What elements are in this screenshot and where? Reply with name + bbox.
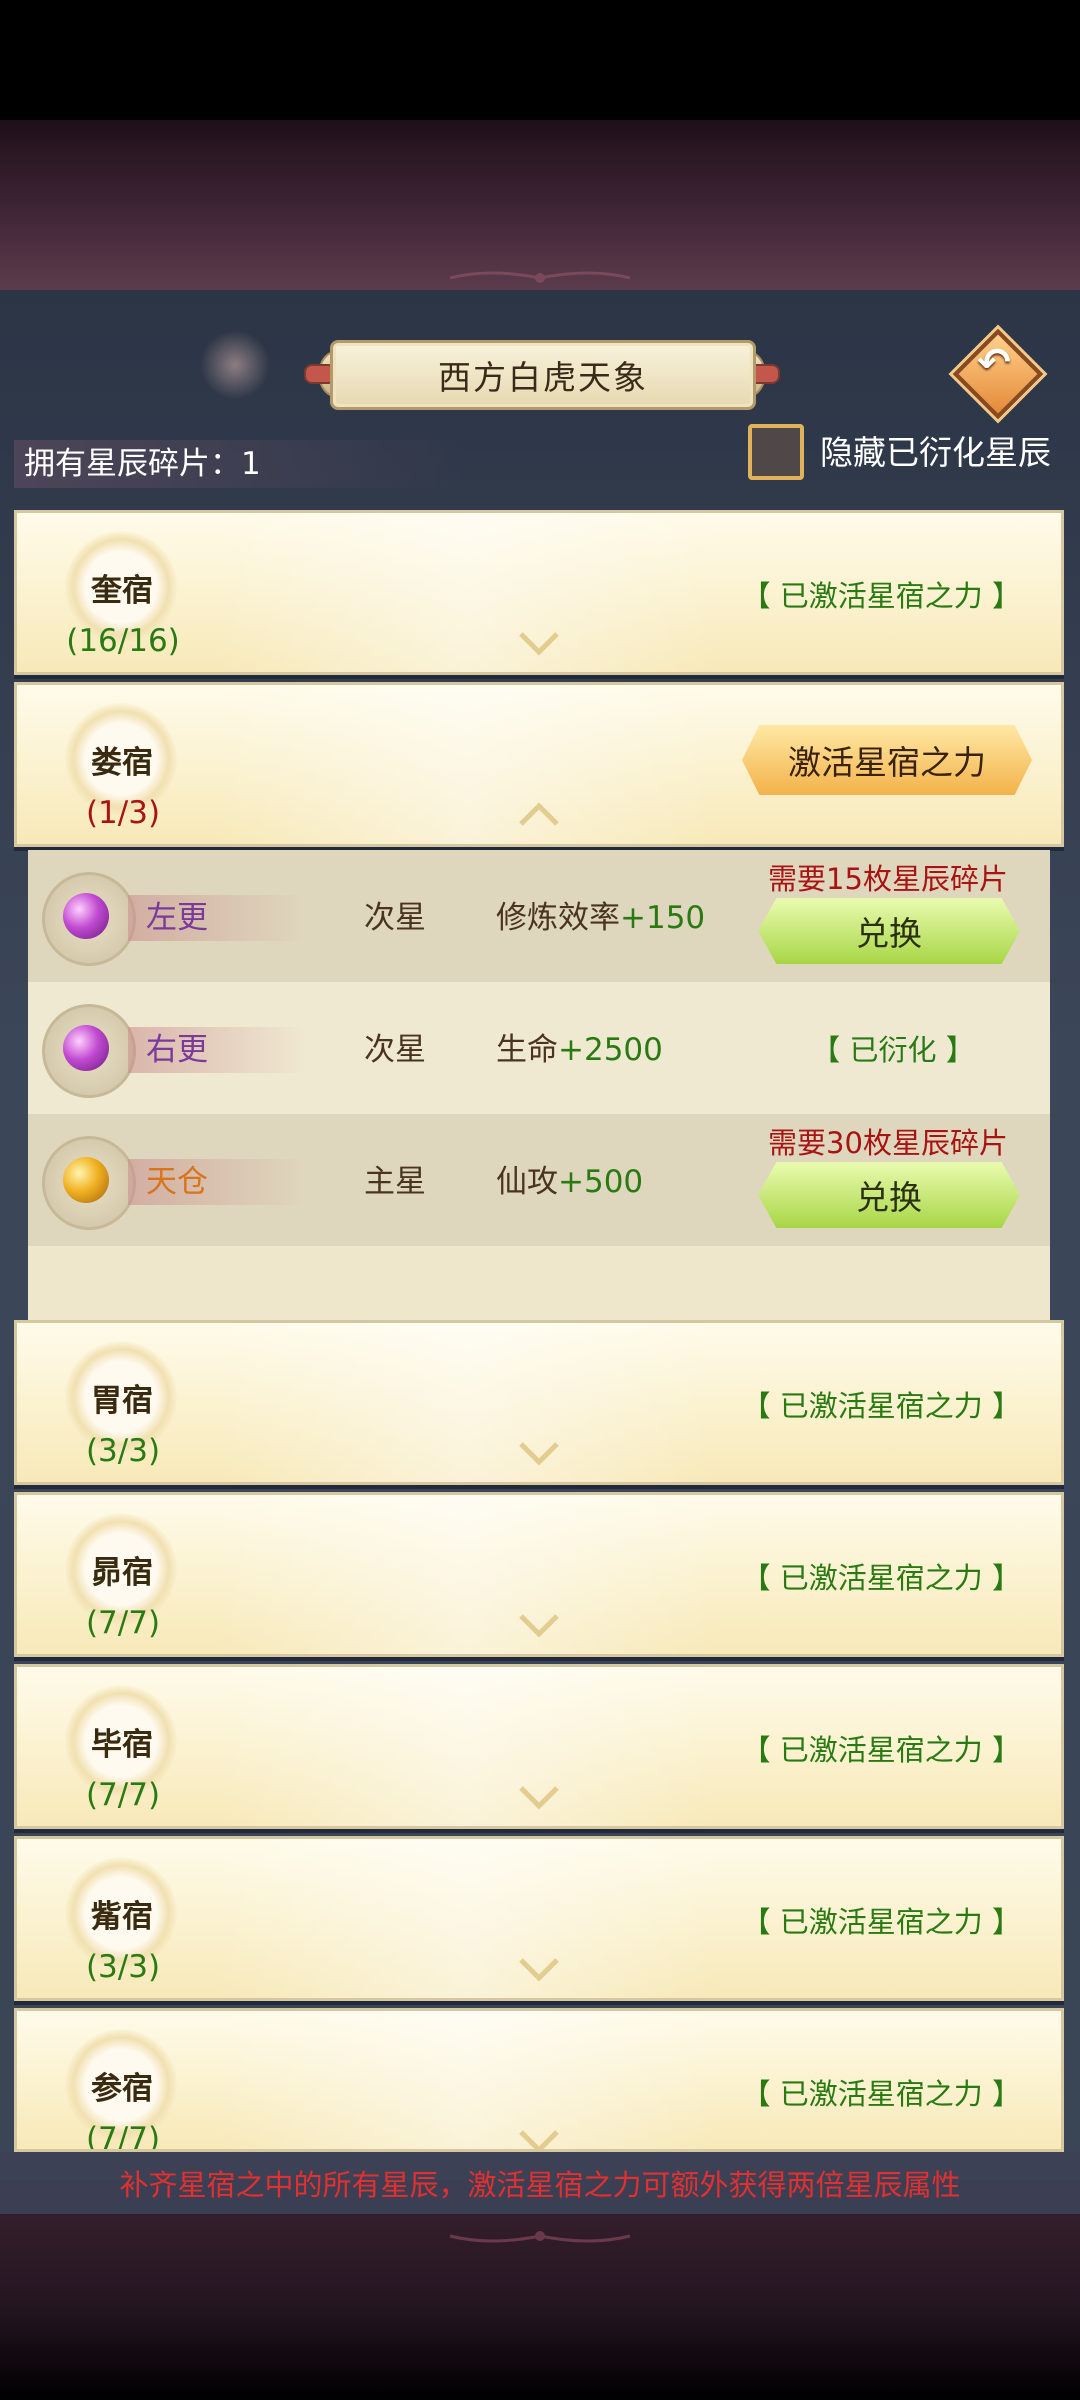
owned-fragments: 拥有星辰碎片：1 [14,440,464,488]
mansion-count: (3/3) [85,1949,161,1985]
footer-hint: 补齐星宿之中的所有星辰，激活星宿之力可额外获得两倍星辰属性 [0,2152,1080,2214]
mansion-count: (7/7) [85,1777,161,1813]
fragment-requirement: 需要30枚星辰碎片 [768,1126,1008,1160]
attr-name: 生命 [496,1032,558,1068]
bottom-ornament [449,2231,631,2243]
star-row: 天仓 主星 仙攻+500 需要30枚星辰碎片 兑换 [28,1114,1050,1246]
mansion-count: (16/16) [66,623,180,659]
star-row: 右更 次星 生命+2500 【 已衍化 】 [28,982,1050,1114]
derived-status: 【 已衍化 】 [811,1033,975,1067]
purple-star-orb-icon [63,1025,109,1071]
attr-name: 仙攻 [496,1164,558,1200]
star-type: 主星 [364,1164,426,1200]
attr-bonus: +150 [620,900,706,936]
mansion-card-mao[interactable]: 昴宿 (7/7) 【 已激活星宿之力 】 [14,1492,1064,1657]
page-title: 西方白虎天象 [330,340,756,410]
star-list-panel: 左更 次星 修炼效率+150 需要15枚星辰碎片 兑换 右更 次星 生命+250… [28,850,1050,1323]
top-ornament [449,271,631,283]
chevron-down-icon[interactable] [517,2126,561,2152]
star-attribute: 生命+2500 [496,1027,663,1073]
mansion-count: (3/3) [85,1433,161,1469]
exchange-button[interactable]: 兑换 [758,898,1020,964]
hide-derived-checkbox[interactable] [748,424,804,480]
gold-star-orb-icon [63,1157,109,1203]
attr-bonus: +500 [558,1164,644,1200]
mansion-count: (1/3) [85,795,161,831]
chevron-down-icon[interactable] [517,1782,561,1812]
mansion-status: 【 已激活星宿之力 】 [741,579,1021,613]
owned-label: 拥有星辰碎片： [24,446,241,482]
fragment-requirement: 需要15枚星辰碎片 [768,862,1008,896]
hide-derived-label[interactable]: 隐藏已衍化星辰 [820,426,1051,474]
chevron-down-icon[interactable] [517,628,561,658]
attr-name: 修炼效率 [496,900,620,936]
chevron-down-icon[interactable] [517,1610,561,1640]
mansion-card-bi[interactable]: 毕宿 (7/7) 【 已激活星宿之力 】 [14,1664,1064,1829]
chevron-down-icon[interactable] [517,1438,561,1468]
activate-mansion-button[interactable]: 激活星宿之力 [742,725,1032,795]
mansion-name: 娄宿 [91,745,153,781]
exchange-button[interactable]: 兑换 [758,1162,1020,1228]
chevron-down-icon[interactable] [517,1954,561,1984]
star-row: 左更 次星 修炼效率+150 需要15枚星辰碎片 兑换 [28,850,1050,982]
mansion-status: 【 已激活星宿之力 】 [741,1905,1021,1939]
star-name: 天仓 [146,1164,208,1200]
star-type: 次星 [364,1032,426,1068]
star-attribute: 仙攻+500 [496,1159,643,1205]
mansion-card-wei[interactable]: 胃宿 (3/3) 【 已激活星宿之力 】 [14,1320,1064,1485]
attr-bonus: +2500 [558,1032,663,1068]
mansion-card-lou[interactable]: 娄宿 (1/3) 激活星宿之力 [14,682,1064,847]
mansion-name: 胃宿 [91,1383,153,1419]
owned-value: 1 [241,446,261,482]
star-attribute: 修炼效率+150 [496,895,705,941]
mansion-count: (7/7) [85,1605,161,1641]
chevron-up-icon[interactable] [517,800,561,830]
mansion-card-shen[interactable]: 参宿 (7/7) 【 已激活星宿之力 】 [14,2008,1064,2152]
mansion-name: 奎宿 [91,573,153,609]
star-type: 次星 [364,900,426,936]
mansion-status: 【 已激活星宿之力 】 [741,2077,1021,2111]
mansion-card-kui[interactable]: 奎宿 (16/16) 【 已激活星宿之力 】 [14,510,1064,675]
back-button[interactable]: ↶ [952,328,1044,420]
back-arrow-icon: ↶ [977,340,1011,386]
mansion-name: 毕宿 [91,1727,153,1763]
mansion-status: 【 已激活星宿之力 】 [741,1389,1021,1423]
mansion-status: 【 已激活星宿之力 】 [741,1733,1021,1767]
mansion-name: 昴宿 [91,1555,153,1591]
mansion-name: 觜宿 [91,1899,153,1935]
star-name: 左更 [146,900,208,936]
star-name: 右更 [146,1032,208,1068]
purple-star-orb-icon [63,893,109,939]
mansion-name: 参宿 [91,2071,153,2107]
top-background [0,120,1080,290]
mansion-status: 【 已激活星宿之力 】 [741,1561,1021,1595]
mansion-count: (7/7) [85,2121,161,2152]
mansion-card-zi[interactable]: 觜宿 (3/3) 【 已激活星宿之力 】 [14,1836,1064,2001]
